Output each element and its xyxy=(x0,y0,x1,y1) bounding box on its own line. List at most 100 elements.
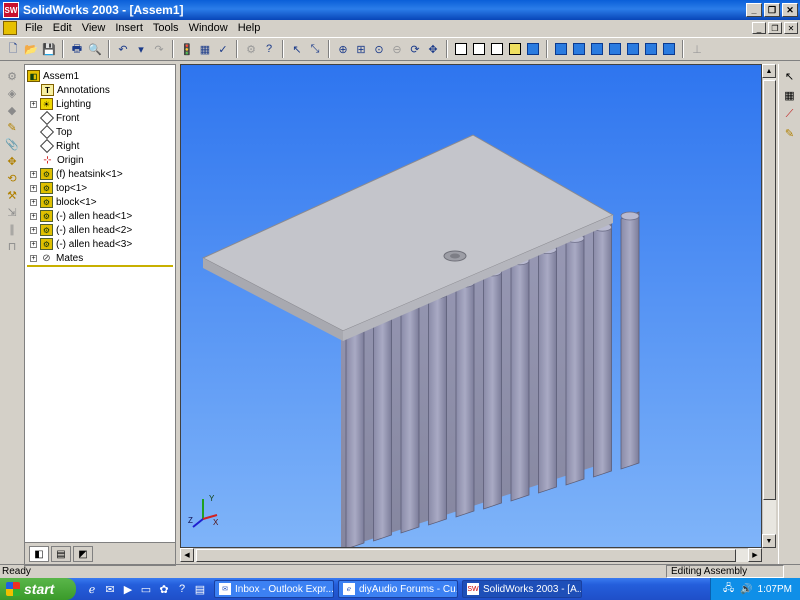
doc-restore-button[interactable]: ❐ xyxy=(768,22,782,34)
scroll-down-icon[interactable]: ▼ xyxy=(762,534,776,548)
back-view-icon[interactable] xyxy=(571,41,587,57)
expand-icon[interactable]: + xyxy=(30,184,37,192)
traffic-light-icon[interactable]: 🚦 xyxy=(179,41,195,57)
doc-close-button[interactable]: ✕ xyxy=(784,22,798,34)
select-icon[interactable]: ↖ xyxy=(289,41,305,57)
pan-icon[interactable]: ✥ xyxy=(425,41,441,57)
paint-icon[interactable]: ✿ xyxy=(156,581,172,597)
volume-icon[interactable]: 🔊 xyxy=(740,582,754,596)
heatsink-model[interactable] xyxy=(181,65,762,548)
tree-item-allen-head-2[interactable]: + ⚙ (-) allen head<2> xyxy=(30,223,132,237)
grid-toggle-icon[interactable]: ▦ xyxy=(782,87,798,103)
change-transparency-icon[interactable]: ◆ xyxy=(4,102,20,118)
normal-to-icon[interactable]: ⊥ xyxy=(689,41,705,57)
options-icon[interactable]: ✓ xyxy=(215,41,231,57)
media-player-icon[interactable]: ▶ xyxy=(120,581,136,597)
shaded-icon[interactable] xyxy=(525,41,541,57)
expand-icon[interactable]: + xyxy=(30,198,37,206)
hidden-lines-visible-icon[interactable] xyxy=(471,41,487,57)
scroll-left-icon[interactable]: ◀ xyxy=(180,548,194,562)
scroll-up-icon[interactable]: ▲ xyxy=(762,64,776,78)
vertical-scrollbar[interactable]: ▲ ▼ xyxy=(762,64,776,548)
rollback-bar[interactable] xyxy=(27,265,173,267)
minimize-button[interactable]: _ xyxy=(746,3,762,17)
interference-detection-icon[interactable]: ⊓ xyxy=(4,238,20,254)
document-icon[interactable] xyxy=(3,21,17,35)
menu-file[interactable]: File xyxy=(20,22,48,34)
tree-item-origin[interactable]: ⊹ Origin xyxy=(41,153,83,167)
tree-item-allen-head-3[interactable]: + ⚙ (-) allen head<3> xyxy=(30,237,132,251)
smart-fasteners-icon[interactable]: ⚒ xyxy=(4,187,20,203)
hidden-lines-removed-icon[interactable] xyxy=(489,41,505,57)
save-icon[interactable]: 💾 xyxy=(41,41,57,57)
wireframe-icon[interactable] xyxy=(453,41,469,57)
open-icon[interactable]: 📂 xyxy=(23,41,39,57)
rotate-icon[interactable]: ⟳ xyxy=(407,41,423,57)
undo-dropdown-icon[interactable]: ▾ xyxy=(133,41,149,57)
tree-item-front[interactable]: Front xyxy=(39,110,79,126)
shaded-edges-icon[interactable] xyxy=(507,41,523,57)
close-button[interactable]: ✕ xyxy=(782,3,798,17)
tree-item-allen-head-1[interactable]: + ⚙ (-) allen head<1> xyxy=(30,209,132,223)
zoom-in-out-icon[interactable]: ⊙ xyxy=(371,41,387,57)
menu-tools[interactable]: Tools xyxy=(148,22,184,34)
zoom-selection-icon[interactable]: ⊖ xyxy=(389,41,405,57)
top-view-icon[interactable] xyxy=(625,41,641,57)
ie-icon[interactable]: ℯ xyxy=(84,581,100,597)
network-icon[interactable]: 🖧 xyxy=(722,582,736,596)
doc-minimize-button[interactable]: _ xyxy=(752,22,766,34)
tree-item-annotations[interactable]: T Annotations xyxy=(41,83,110,97)
expand-icon[interactable]: + xyxy=(30,212,37,220)
tab-property-manager[interactable]: ▤ xyxy=(51,546,71,562)
isometric-view-icon[interactable] xyxy=(661,41,677,57)
right-view-icon[interactable] xyxy=(607,41,623,57)
desktop-icon[interactable]: ▭ xyxy=(138,581,154,597)
expand-icon[interactable]: + xyxy=(30,254,37,262)
redo-icon[interactable]: ↷ xyxy=(151,41,167,57)
tree-item-lighting[interactable]: + ☀ Lighting xyxy=(30,97,91,111)
sketch-pencil-icon[interactable]: ✎ xyxy=(782,125,798,141)
front-view-icon[interactable] xyxy=(553,41,569,57)
help-center-icon[interactable]: ? xyxy=(174,581,190,597)
tab-configuration-manager[interactable]: ◩ xyxy=(73,546,93,562)
move-component-icon[interactable]: ✥ xyxy=(4,153,20,169)
vertical-scroll-thumb[interactable] xyxy=(763,80,776,500)
menu-help[interactable]: Help xyxy=(233,22,266,34)
dimension-icon[interactable]: ⟋ xyxy=(782,106,798,122)
insert-component-icon[interactable]: ⚙ xyxy=(4,68,20,84)
menu-window[interactable]: Window xyxy=(184,22,233,34)
zoom-fit-icon[interactable]: ⊕ xyxy=(335,41,351,57)
folder-icon[interactable]: ▤ xyxy=(192,581,208,597)
left-view-icon[interactable] xyxy=(589,41,605,57)
tree-item-heatsink[interactable]: + ⚙ (f) heatsink<1> xyxy=(30,167,123,181)
tree-item-right[interactable]: Right xyxy=(39,138,79,154)
expand-icon[interactable]: + xyxy=(30,170,37,178)
menu-edit[interactable]: Edit xyxy=(48,22,77,34)
graphics-viewport[interactable]: Y X Z xyxy=(180,64,762,548)
zoom-area-icon[interactable]: ⊞ xyxy=(353,41,369,57)
horizontal-scroll-thumb[interactable] xyxy=(196,549,736,562)
mate-icon[interactable]: 📎 xyxy=(4,136,20,152)
expand-icon[interactable]: + xyxy=(30,100,37,108)
select-other-icon[interactable]: ⤡ xyxy=(307,41,323,57)
scroll-right-icon[interactable]: ▶ xyxy=(748,548,762,562)
task-outlook[interactable]: ✉ Inbox - Outlook Expr... xyxy=(214,580,334,598)
task-diyaudio[interactable]: ℯ diyAudio Forums - Cu... xyxy=(338,580,458,598)
new-icon[interactable]: 🗋 xyxy=(5,41,21,57)
grid-icon[interactable]: ▦ xyxy=(197,41,213,57)
hide-show-icon[interactable]: ◈ xyxy=(4,85,20,101)
tree-item-top[interactable]: Top xyxy=(39,124,72,140)
menu-insert[interactable]: Insert xyxy=(110,22,148,34)
bottom-view-icon[interactable] xyxy=(643,41,659,57)
rotate-component-icon[interactable]: ⟲ xyxy=(4,170,20,186)
horizontal-scrollbar[interactable]: ◀ ▶ xyxy=(180,548,762,562)
tree-item-assem1[interactable]: ◧ Assem1 xyxy=(27,69,79,83)
restore-button[interactable]: ❐ xyxy=(764,3,780,17)
start-button[interactable]: start xyxy=(0,578,76,600)
help-icon[interactable]: ? xyxy=(261,41,277,57)
menu-view[interactable]: View xyxy=(77,22,111,34)
tree-item-mates[interactable]: + ⊘ Mates xyxy=(30,251,83,265)
exploded-view-icon[interactable]: ⇲ xyxy=(4,204,20,220)
expand-icon[interactable]: + xyxy=(30,226,37,234)
print-icon[interactable]: 🖶 xyxy=(69,41,85,57)
